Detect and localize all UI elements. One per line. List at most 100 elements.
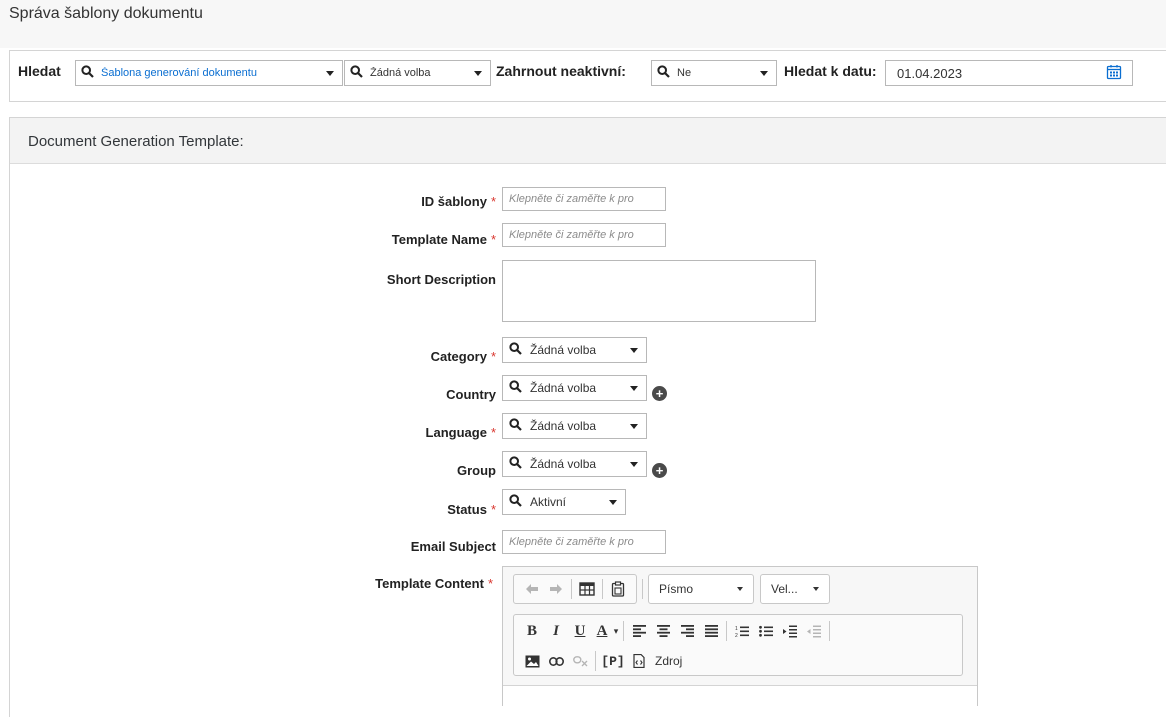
include-inactive-select[interactable]: Ne [651, 60, 777, 86]
template-type-value: Šablona generování dokumentu [101, 67, 257, 79]
toolbar-divider [595, 651, 596, 671]
search-bar: Hledat Šablona generování dokumentu Žádn… [9, 50, 1166, 102]
chevron-down-icon [760, 70, 768, 76]
editor-content-area[interactable] [503, 685, 977, 707]
source-button-label[interactable]: Zdroj [655, 654, 682, 668]
email-subject-label: Email Subject [410, 539, 496, 554]
country-select[interactable]: Žádná volba [502, 375, 647, 401]
justify-icon[interactable] [699, 620, 723, 642]
template-id-input[interactable]: Klepněte či zaměřte k pro [502, 187, 666, 211]
add-country-icon[interactable]: + [652, 386, 667, 401]
search-icon [509, 456, 522, 472]
svg-text:1: 1 [735, 626, 738, 632]
template-type-select[interactable]: Šablona generování dokumentu [75, 60, 343, 86]
toolbar-divider [829, 621, 830, 641]
template-select[interactable]: Žádná volba [344, 60, 491, 86]
required-mark: * [487, 576, 493, 591]
group-select[interactable]: Žádná volba [502, 451, 647, 477]
align-right-icon[interactable] [675, 620, 699, 642]
italic-button[interactable]: I [544, 620, 568, 642]
search-date-input[interactable]: 01.04.2023 [885, 60, 1133, 86]
search-icon [509, 342, 522, 358]
chevron-down-icon [326, 70, 334, 76]
toolbar-divider [571, 579, 572, 599]
language-select[interactable]: Žádná volba [502, 413, 647, 439]
outdent-icon[interactable] [802, 620, 826, 642]
required-mark: * [490, 194, 496, 209]
source-icon[interactable] [627, 650, 651, 672]
short-description-label: Short Description [386, 272, 496, 287]
search-icon [657, 65, 670, 81]
search-icon [350, 65, 363, 81]
search-date-label: Hledat k datu: [784, 63, 877, 79]
calendar-icon[interactable] [1106, 64, 1122, 83]
template-select-value: Žádná volba [370, 67, 431, 79]
chevron-down-icon [630, 461, 638, 467]
history-toolbar-group [513, 574, 637, 604]
include-inactive-label: Zahrnout neaktivní: [496, 63, 626, 79]
category-value: Žádná volba [530, 343, 597, 357]
add-group-icon[interactable]: + [652, 463, 667, 478]
text-color-dropdown-icon[interactable]: ▾ [612, 620, 620, 642]
unlink-icon[interactable] [568, 650, 592, 672]
chevron-down-icon [630, 347, 638, 353]
image-icon[interactable] [520, 650, 544, 672]
country-label: Country [446, 387, 496, 402]
underline-button[interactable]: U [568, 620, 592, 642]
redo-icon[interactable] [544, 578, 568, 600]
language-value: Žádná volba [530, 419, 597, 433]
search-icon [509, 494, 522, 510]
formatting-toolbar-line: B I U A ▾ 12 [520, 618, 833, 644]
status-select[interactable]: Aktivní [502, 489, 626, 515]
align-left-icon[interactable] [627, 620, 651, 642]
required-mark: * [490, 349, 496, 364]
chevron-down-icon [474, 70, 482, 76]
toolbar-divider [623, 621, 624, 641]
required-mark: * [490, 502, 496, 517]
template-id-label: ID šablony * [421, 194, 496, 209]
toolbar-divider [642, 579, 643, 599]
link-icon[interactable] [544, 650, 568, 672]
indent-icon[interactable] [778, 620, 802, 642]
editor-toolbar-row2: B I U A ▾ 12 [P] Zdroj [513, 614, 963, 676]
chevron-down-icon [630, 385, 638, 391]
size-combo[interactable]: Vel... [760, 574, 830, 604]
category-label: Category * [430, 349, 496, 364]
size-combo-label: Vel... [771, 582, 798, 596]
email-subject-input[interactable]: Klepněte či zaměřte k pro [502, 530, 666, 554]
font-combo-label: Písmo [659, 582, 694, 596]
placeholder-button[interactable]: [P] [599, 650, 627, 672]
search-icon [509, 380, 522, 396]
search-icon [509, 418, 522, 434]
search-label: Hledat [18, 63, 61, 79]
chevron-down-icon [737, 587, 743, 591]
status-label: Status * [447, 502, 496, 517]
required-mark: * [490, 232, 496, 247]
text-color-button[interactable]: A [592, 620, 612, 642]
required-mark: * [490, 425, 496, 440]
align-center-icon[interactable] [651, 620, 675, 642]
font-combo[interactable]: Písmo [648, 574, 754, 604]
bold-button[interactable]: B [520, 620, 544, 642]
country-value: Žádná volba [530, 381, 597, 395]
bulleted-list-icon[interactable] [754, 620, 778, 642]
template-name-input[interactable]: Klepněte či zaměřte k pro [502, 223, 666, 247]
search-date-value: 01.04.2023 [897, 65, 963, 81]
group-value: Žádná volba [530, 457, 597, 471]
numbered-list-icon[interactable]: 12 [730, 620, 754, 642]
insert-toolbar-line: [P] Zdroj [520, 648, 682, 674]
category-select[interactable]: Žádná volba [502, 337, 647, 363]
template-name-label: Template Name * [391, 232, 496, 247]
section-title: Document Generation Template: [10, 118, 1166, 164]
language-label: Language * [425, 425, 496, 440]
short-description-textarea[interactable] [502, 260, 816, 322]
table-icon[interactable] [575, 578, 599, 600]
include-inactive-value: Ne [677, 67, 692, 79]
paste-icon[interactable] [606, 578, 630, 600]
undo-icon[interactable] [520, 578, 544, 600]
page-title: Správa šablony dokumentu [9, 5, 203, 22]
template-content-label: Template Content * [375, 576, 493, 591]
toolbar-divider [602, 579, 603, 599]
svg-text:2: 2 [735, 633, 738, 638]
chevron-down-icon [813, 587, 819, 591]
